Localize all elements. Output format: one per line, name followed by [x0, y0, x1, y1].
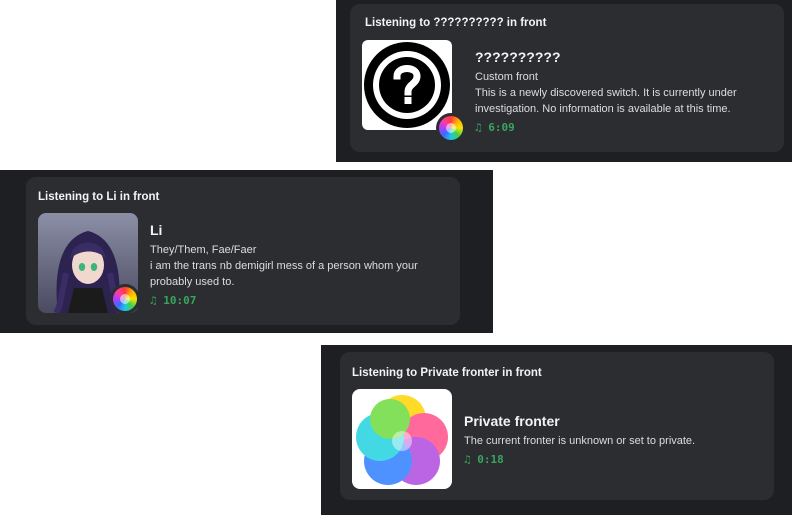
fronter-description-line: probably used to.	[150, 276, 235, 288]
card-info: Li They/Them, Fae/Faer i am the trans nb…	[150, 222, 450, 307]
music-note-icon: ♫	[475, 121, 482, 134]
activity-card-1[interactable]: Listening to ?????????? in front ???????…	[350, 4, 784, 152]
duration: ♫ 0:18	[464, 453, 764, 466]
fronter-description-line: This is a newly discovered switch. It is…	[475, 87, 737, 99]
card-header: Listening to Private fronter in front	[352, 367, 542, 379]
color-circles-icon	[352, 389, 452, 489]
card-info: ?????????? Custom front This is a newly …	[475, 49, 775, 134]
music-note-icon: ♫	[464, 453, 471, 466]
duration: ♫ 10:07	[150, 294, 450, 307]
duration-value: 10:07	[163, 294, 197, 307]
card-header: Listening to Li in front	[38, 191, 160, 203]
duration-value: 6:09	[488, 121, 515, 134]
fronter-name: Li	[150, 222, 163, 238]
music-note-icon: ♫	[150, 294, 157, 307]
fronter-name: Private fronter	[464, 413, 560, 429]
fronter-subtitle: The current fronter is unknown or set to…	[464, 435, 696, 447]
fronter-subtitle: They/Them, Fae/Faer	[150, 244, 257, 256]
question-mark-icon	[362, 40, 452, 130]
duration: ♫ 6:09	[475, 121, 775, 134]
duration-value: 0:18	[477, 453, 504, 466]
fronter-subtitle: Custom front	[475, 71, 538, 83]
app-badge-icon	[436, 113, 466, 143]
card-info: Private fronter The current fronter is u…	[464, 413, 764, 466]
card-header: Listening to ?????????? in front	[365, 17, 547, 29]
fronter-name: ??????????	[475, 49, 561, 65]
fronter-description-line: investigation. No information is availab…	[475, 103, 731, 115]
activity-card-2[interactable]: Listening to Li in front Li They/Them, F…	[26, 177, 460, 325]
fronter-description-line: i am the trans nb demigirl mess of a per…	[150, 260, 418, 272]
app-badge-icon	[110, 284, 140, 314]
activity-card-3[interactable]: Listening to Private fronter in front Pr…	[340, 352, 774, 500]
